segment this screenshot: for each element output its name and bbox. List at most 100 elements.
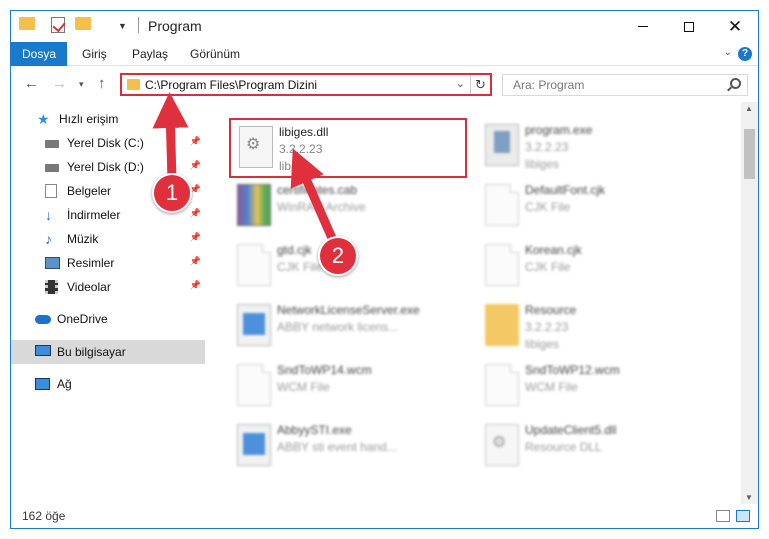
new-folder-icon[interactable] xyxy=(75,17,91,30)
properties-check-icon[interactable] xyxy=(51,17,65,33)
maximize-button[interactable] xyxy=(666,11,712,42)
file-item[interactable]: certificates.cab WinRAR Archive xyxy=(229,178,467,238)
file-item[interactable]: UpdateClient5.dll Resource DLL xyxy=(477,418,715,478)
tab-share[interactable]: Paylaş xyxy=(132,42,168,66)
file-item[interactable]: AbbyySTI.exe ABBY sti event hand... xyxy=(229,418,467,478)
sidebar-item-label: OneDrive xyxy=(57,312,108,326)
title-bar: ▼ Program ✕ xyxy=(11,11,758,42)
sidebar-item-label: Hızlı erişim xyxy=(59,112,119,126)
title-separator xyxy=(138,17,139,33)
sidebar-item-label: Resimler xyxy=(67,256,115,270)
file-name: gtd.cjk xyxy=(277,243,312,257)
dll-gear-icon xyxy=(239,126,273,168)
document-icon xyxy=(485,364,519,406)
file-type: CJK File xyxy=(525,260,571,274)
cloud-icon xyxy=(35,315,51,324)
document-icon xyxy=(485,244,519,286)
customize-toolbar-chevron-icon[interactable]: ▼ xyxy=(118,17,127,35)
file-item[interactable]: DefaultFont.cjk CJK File xyxy=(477,178,715,238)
file-item[interactable]: SndToWP14.wcm WCM File xyxy=(229,358,467,418)
file-description: libiges xyxy=(525,337,560,351)
search-input[interactable]: Ara: Program xyxy=(502,74,748,96)
back-arrow-icon[interactable]: ← xyxy=(24,75,39,92)
tab-home[interactable]: Giriş xyxy=(82,42,107,66)
documents-icon xyxy=(45,184,57,198)
file-item[interactable]: program.exe 3.2.2.23 libiges xyxy=(477,118,715,178)
sidebar-item-local-disk-c[interactable]: Yerel Disk (C:) 📌 xyxy=(11,131,205,155)
sidebar-item-quick-access[interactable]: ★ Hızlı erişim xyxy=(11,107,205,131)
file-name: NetworkLicenseServer.exe xyxy=(277,303,420,317)
step-1-badge: 1 xyxy=(152,173,192,213)
search-icon[interactable] xyxy=(730,78,741,89)
status-bar: 162 öğe xyxy=(11,504,758,528)
videos-icon xyxy=(45,280,58,294)
sidebar-item-network[interactable]: Ağ xyxy=(11,372,205,396)
pin-icon[interactable]: 📌 xyxy=(190,256,201,267)
file-name: DefaultFont.cjk xyxy=(525,183,606,197)
search-placeholder: Ara: Program xyxy=(513,78,585,92)
scroll-thumb[interactable] xyxy=(744,129,755,179)
file-item-libiges-dll[interactable]: libiges.dll 3.2.2.23 libiges xyxy=(229,118,467,178)
sidebar-item-onedrive[interactable]: OneDrive xyxy=(11,307,205,331)
address-history-chevron-icon[interactable]: ⌄ xyxy=(456,77,465,90)
download-icon: ↓ xyxy=(45,207,52,223)
minimize-button[interactable] xyxy=(620,11,666,42)
file-item[interactable]: NetworkLicenseServer.exe ABBY network li… xyxy=(229,298,467,358)
file-item[interactable]: SndToWP12.wcm WCM File xyxy=(477,358,715,418)
file-name: program.exe xyxy=(525,123,593,137)
help-icon[interactable]: ? xyxy=(738,47,752,61)
tab-file[interactable]: Dosya xyxy=(11,42,67,66)
tab-view[interactable]: Görünüm xyxy=(190,42,240,66)
music-icon: ♪ xyxy=(45,231,52,247)
network-icon xyxy=(35,378,50,390)
file-name: certificates.cab xyxy=(277,183,358,197)
file-item[interactable]: Resource 3.2.2.23 libiges xyxy=(477,298,715,358)
folder-icon[interactable] xyxy=(19,17,35,30)
pin-icon[interactable]: 📌 xyxy=(190,232,201,243)
scroll-down-icon[interactable]: ▼ xyxy=(745,493,753,502)
sidebar-item-label: Müzik xyxy=(67,232,99,246)
file-type: Resource DLL xyxy=(525,440,602,454)
address-path[interactable]: C:\Program Files\Program Dizini xyxy=(145,78,317,92)
large-icons-view-icon[interactable] xyxy=(736,510,750,522)
pin-icon[interactable]: 📌 xyxy=(190,208,201,219)
refresh-icon[interactable]: ↻ xyxy=(470,75,490,94)
address-bar[interactable]: C:\Program Files\Program Dizini ⌄ ↻ xyxy=(120,73,492,96)
sidebar-item-music[interactable]: ♪ Müzik 📌 xyxy=(11,227,205,251)
file-name: Resource xyxy=(525,303,577,317)
close-button[interactable]: ✕ xyxy=(712,11,758,42)
ribbon: Dosya Giriş Paylaş Görünüm ⌄ ? xyxy=(11,42,758,66)
sidebar-item-label: Yerel Disk (D:) xyxy=(67,160,144,174)
computer-icon xyxy=(35,345,51,356)
archive-icon xyxy=(237,184,271,226)
file-name: SndToWP14.wcm xyxy=(277,363,372,377)
quick-access-toolbar-icon[interactable] xyxy=(97,17,113,33)
file-type: WinRAR Archive xyxy=(277,200,366,214)
details-view-icon[interactable] xyxy=(716,510,730,522)
file-item[interactable]: Korean.cjk CJK File xyxy=(477,238,715,298)
expand-ribbon-chevron-icon[interactable]: ⌄ xyxy=(724,47,732,58)
document-icon xyxy=(237,244,271,286)
step-2-badge: 2 xyxy=(318,236,358,276)
vertical-scrollbar[interactable]: ▲ ▼ xyxy=(741,102,758,504)
forward-arrow-icon[interactable]: → xyxy=(52,75,67,92)
file-name: AbbyySTI.exe xyxy=(277,423,352,437)
pin-icon[interactable]: 📌 xyxy=(190,280,201,291)
close-icon: ✕ xyxy=(727,16,743,36)
pin-icon[interactable]: 📌 xyxy=(190,160,201,171)
navigation-pane: ★ Hızlı erişim Yerel Disk (C:) 📌 Yerel D… xyxy=(11,102,205,504)
drive-icon xyxy=(45,140,59,148)
file-name: SndToWP12.wcm xyxy=(525,363,620,377)
sidebar-item-label: Yerel Disk (C:) xyxy=(67,136,144,150)
up-arrow-icon[interactable]: ↑ xyxy=(98,75,106,92)
recent-locations-chevron-icon[interactable]: ▾ xyxy=(79,79,84,90)
sidebar-item-pictures[interactable]: Resimler 📌 xyxy=(11,251,205,275)
sidebar-item-label: Ağ xyxy=(57,377,72,391)
scroll-up-icon[interactable]: ▲ xyxy=(745,104,753,113)
file-type: CJK File xyxy=(277,260,323,274)
pin-icon[interactable]: 📌 xyxy=(190,136,201,147)
pictures-icon xyxy=(45,257,60,269)
sidebar-item-label: İndirmeler xyxy=(67,208,121,222)
sidebar-item-videos[interactable]: Videolar 📌 xyxy=(11,275,205,299)
sidebar-item-this-pc[interactable]: Bu bilgisayar xyxy=(11,340,205,364)
